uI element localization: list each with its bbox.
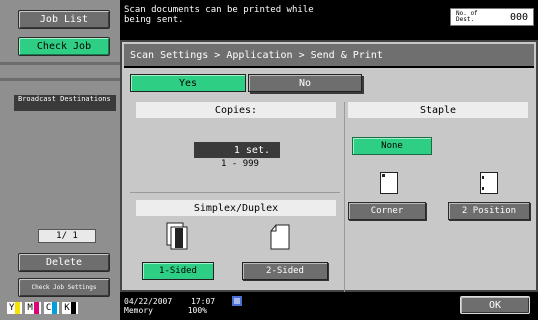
toner-bar (33, 302, 39, 314)
breadcrumb: Scan Settings > Application > Send & Pri… (124, 44, 534, 68)
toner-bar (15, 302, 21, 314)
check-job-button[interactable]: Check Job (18, 37, 110, 56)
one-sided-button[interactable]: 1-Sided (142, 262, 214, 280)
check-job-settings-button[interactable]: Check Job Settings (18, 278, 110, 297)
status-message: Scan documents can be printed while bein… (124, 5, 314, 25)
toner-black: K (62, 302, 78, 314)
date-time: 04/22/2007 17:07 Memory 100% (124, 297, 215, 315)
left-sidebar: Job List Check Job Broadcast Destination… (0, 0, 120, 320)
job-list-button[interactable]: Job List (18, 10, 110, 29)
staple-none-button[interactable]: None (352, 137, 432, 155)
section-divider (130, 192, 340, 193)
broadcast-destinations-tab[interactable]: Broadcast Destinations (14, 95, 116, 111)
network-icon (232, 296, 242, 306)
two-sided-icon (270, 224, 290, 250)
toner-magenta: M (25, 302, 41, 314)
one-sided-icon (166, 222, 188, 250)
toner-bar (52, 302, 58, 314)
copies-title: Copies: (136, 102, 336, 118)
corner-button[interactable]: Corner (348, 202, 426, 220)
ok-button[interactable]: OK (460, 296, 530, 314)
sidebar-divider (0, 78, 120, 81)
memory-label: Memory (124, 306, 153, 315)
toner-letter: K (64, 303, 70, 313)
two-position-button[interactable]: 2 Position (448, 202, 530, 220)
status-time: 17:07 (191, 297, 216, 306)
duplex-title: Simplex/Duplex (136, 200, 336, 216)
toner-letter: Y (9, 303, 15, 313)
toner-indicator: Y M C K (7, 302, 78, 314)
toner-letter: M (27, 303, 33, 313)
destination-count: No. of Dest. 000 (450, 8, 534, 26)
sidebar-divider (0, 62, 120, 65)
staple-section (344, 102, 532, 292)
toner-yellow: Y (7, 302, 23, 314)
status-date: 04/22/2007 (124, 297, 173, 306)
two-position-staple-icon (480, 172, 498, 194)
dest-count-label: No. of Dest. (456, 10, 478, 23)
dest-count-value: 000 (509, 11, 528, 23)
memory-value: 100% (187, 306, 207, 315)
yes-button[interactable]: Yes (130, 74, 246, 92)
send-print-panel: Scan Settings > Application > Send & Pri… (120, 40, 538, 292)
staple-title: Staple (348, 102, 528, 118)
copies-range: 1 - 999 (221, 159, 259, 169)
delete-button[interactable]: Delete (18, 253, 110, 272)
toner-letter: C (45, 303, 52, 313)
status-bar: 04/22/2007 17:07 Memory 100% OK (120, 292, 538, 320)
toner-bar (70, 302, 76, 314)
message-bar: Scan documents can be printed while bein… (120, 0, 538, 40)
copies-value[interactable]: 1 set. (194, 142, 280, 158)
no-button[interactable]: No (248, 74, 362, 92)
two-sided-button[interactable]: 2-Sided (242, 262, 328, 280)
page-indicator: 1/ 1 (38, 229, 96, 243)
corner-staple-icon (380, 172, 398, 194)
toner-cyan: C (43, 302, 60, 314)
